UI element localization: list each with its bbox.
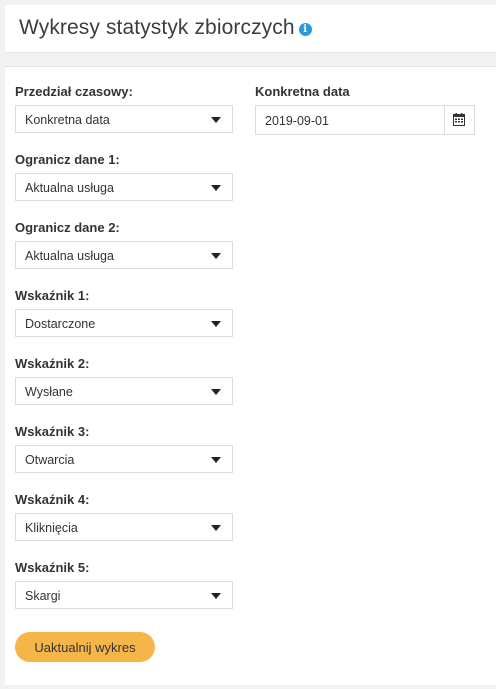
caret-down-icon: [211, 321, 221, 327]
indicator5-select[interactable]: Skargi: [15, 581, 233, 609]
specific-date-label: Konkretna data: [255, 84, 350, 99]
indicator4-select[interactable]: Kliknięcia: [15, 513, 233, 541]
indicator1-value: Dostarczone: [25, 317, 96, 331]
calendar-button[interactable]: [444, 106, 474, 134]
indicator1-select[interactable]: Dostarczone: [15, 309, 233, 337]
time-range-value: Konkretna data: [25, 113, 110, 127]
indicator3-value: Otwarcia: [25, 453, 75, 467]
caret-down-icon: [211, 185, 221, 191]
caret-down-icon: [211, 593, 221, 599]
caret-down-icon: [211, 117, 221, 123]
caret-down-icon: [211, 525, 221, 531]
filter1-select[interactable]: Aktualna usługa: [15, 173, 233, 201]
indicator5-label: Wskaźnik 5:: [15, 560, 90, 575]
caret-down-icon: [211, 389, 221, 395]
filter2-label: Ogranicz dane 2:: [15, 220, 120, 235]
info-icon[interactable]: i: [298, 23, 312, 36]
indicator2-label: Wskaźnik 2:: [15, 356, 90, 371]
indicator2-value: Wysłane: [25, 385, 73, 399]
page-header: Wykresy statystyk zbiorczych i: [5, 5, 496, 53]
time-range-label: Przedział czasowy:: [15, 84, 133, 99]
filter2-value: Aktualna usługa: [25, 249, 114, 263]
filter2-select[interactable]: Aktualna usługa: [15, 241, 233, 269]
caret-down-icon: [211, 253, 221, 259]
filter1-value: Aktualna usługa: [25, 181, 114, 195]
specific-date-value: 2019-09-01: [265, 114, 329, 128]
indicator3-select[interactable]: Otwarcia: [15, 445, 233, 473]
indicator1-label: Wskaźnik 1:: [15, 288, 90, 303]
time-range-select[interactable]: Konkretna data: [15, 105, 233, 133]
filter1-label: Ogranicz dane 1:: [15, 152, 120, 167]
update-chart-button[interactable]: Uaktualnij wykres: [15, 632, 155, 662]
calendar-icon: [453, 113, 465, 126]
page-title: Wykresy statystyk zbiorczych i: [19, 16, 312, 40]
indicator4-label: Wskaźnik 4:: [15, 492, 90, 507]
specific-date-field[interactable]: 2019-09-01: [255, 105, 475, 135]
caret-down-icon: [211, 457, 221, 463]
indicator4-value: Kliknięcia: [25, 521, 78, 535]
indicator3-label: Wskaźnik 3:: [15, 424, 90, 439]
indicator2-select[interactable]: Wysłane: [15, 377, 233, 405]
form-panel: Przedział czasowy: Konkretna data Konkre…: [5, 66, 496, 685]
indicator5-value: Skargi: [25, 589, 61, 603]
page-title-text: Wykresy statystyk zbiorczych: [19, 16, 295, 39]
